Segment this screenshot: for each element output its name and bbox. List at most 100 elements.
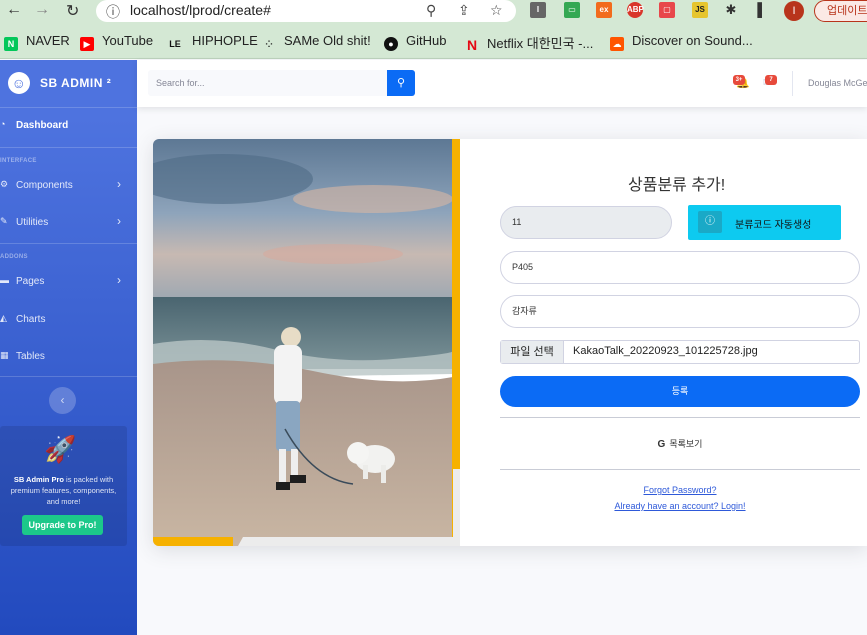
bookmark-label: Discover on Sound...	[632, 33, 753, 48]
bookmark-label: HIPHOPLE	[192, 33, 258, 48]
sidebar-item-label: Dashboard	[16, 120, 69, 131]
bookmark-github[interactable]: ● GitHub	[384, 33, 446, 51]
folder-icon: ▬	[0, 275, 9, 285]
file-input[interactable]: 파일 선택 KakaoTalk_20220923_101225728.jpg	[500, 340, 860, 364]
bookmark-label: GitHub	[406, 33, 447, 48]
adblock-icon[interactable]: ABP	[627, 2, 644, 18]
sidebar-toggle-button[interactable]: ‹	[49, 387, 76, 414]
lprod-id-field[interactable]: P405	[500, 251, 860, 284]
share-icon[interactable]: ⇪	[458, 2, 470, 19]
bookmark-netflix[interactable]: N Netflix 대한민국 -...	[465, 33, 593, 52]
extension-icon[interactable]: ex	[596, 2, 612, 18]
messages-badge: 7	[765, 75, 777, 85]
extension-icon[interactable]: ▢	[659, 2, 675, 18]
create-card: 상품분류 추가! 11 ⓘ 분류코드 자동생성 P405 감자류 파일 선택 K…	[153, 139, 867, 546]
address-bar[interactable]: ⓘ localhost/lprod/create# ⚲ ⇪ ☆	[96, 0, 516, 22]
bookmark-label: SAMe Old shit!	[284, 33, 371, 48]
reload-icon[interactable]: ↻	[66, 1, 79, 21]
bookmark-naver[interactable]: N NAVER	[4, 33, 70, 51]
sidebar-divider	[0, 376, 137, 377]
form-divider	[500, 469, 860, 470]
sidebar-item-label: Tables	[16, 351, 45, 362]
sidebar-item-label: Utilities	[16, 217, 49, 228]
cog-icon: ⚙	[0, 179, 9, 189]
wrench-icon: ✎	[0, 216, 8, 226]
forgot-password-link[interactable]: Forgot Password?	[500, 485, 860, 495]
topbar-divider	[792, 71, 793, 96]
beach-photo	[153, 139, 460, 546]
chevron-right-icon: ›	[117, 177, 121, 191]
upgrade-button[interactable]: Upgrade to Pro!	[22, 515, 103, 535]
netflix-icon: N	[466, 37, 478, 53]
bookmarks-bar: N NAVER ▶ YouTube LE HIPHOPLE ⁘ SAMe Old shi…	[0, 25, 867, 59]
info-circle-icon: ⓘ	[698, 211, 722, 233]
profile-avatar[interactable]: I	[784, 1, 804, 21]
form-title: 상품분류 추가!	[628, 177, 726, 194]
promo-title: SB Admin Pro	[13, 475, 64, 484]
sidebar-heading: ADDONS	[0, 254, 28, 260]
chevron-left-icon: ‹	[60, 393, 65, 407]
search-button[interactable]: ⚲	[387, 70, 415, 96]
bookmark-star-icon[interactable]: ☆	[490, 2, 503, 19]
bookmark-soundcloud[interactable]: ☁ Discover on Sound...	[610, 33, 753, 51]
chart-area-icon: ◭	[0, 313, 7, 323]
sidebar-item-tables[interactable]: ▦ Tables	[0, 347, 137, 369]
hiphople-icon: LE	[169, 39, 181, 49]
forward-icon[interactable]: →	[34, 1, 50, 19]
browser-toolbar: ← → ↻ ⓘ localhost/lprod/create# ⚲ ⇪ ☆ I …	[0, 0, 867, 25]
chevron-right-icon: ›	[117, 214, 121, 228]
sidebar-divider	[0, 243, 137, 244]
bookmark-same[interactable]: ⁘ SAMe Old shit!	[262, 33, 371, 51]
search-icon: ⚲	[396, 77, 406, 89]
sidepanel-icon[interactable]: ▌	[754, 2, 770, 18]
promo-text: SB Admin Pro is packed with premium feat…	[6, 474, 121, 507]
generate-code-button[interactable]: ⓘ 분류코드 자동생성	[688, 205, 841, 240]
back-icon[interactable]: ←	[6, 1, 22, 19]
puzzle-icon[interactable]: ✱	[723, 2, 739, 18]
sidebar-divider	[0, 147, 137, 148]
youtube-icon: ▶	[80, 37, 94, 51]
alerts-badge: 3+	[733, 75, 745, 85]
sidebar-divider	[0, 107, 137, 108]
topbar: Search for... ⚲ 🔔 3+ ✉ 7 Douglas McGee	[137, 60, 867, 107]
list-link[interactable]: G 목록보기	[500, 437, 860, 450]
extension-icon[interactable]: ▭	[564, 2, 580, 18]
url-text: localhost/lprod/create#	[130, 2, 271, 18]
sidebar-item-pages[interactable]: ▬ Pages ›	[0, 272, 137, 294]
chevron-right-icon: ›	[117, 273, 121, 287]
sidebar-item-dashboard[interactable]: ◔ Dashboard	[0, 116, 137, 138]
search-input[interactable]: Search for...	[148, 70, 387, 96]
table-icon: ▦	[0, 350, 9, 360]
brand-text: SB ADMIN ²	[40, 76, 112, 90]
sidebar-item-label: Components	[16, 180, 73, 191]
bookmark-youtube[interactable]: ▶ YouTube	[80, 33, 153, 51]
zoom-icon[interactable]: ⚲	[426, 2, 436, 19]
js-extension-icon[interactable]: JS	[692, 2, 708, 18]
sidebar-heading: INTERFACE	[0, 158, 37, 164]
bookmark-hiphople[interactable]: LE HIPHOPLE	[166, 33, 258, 51]
generate-code-label: 분류코드 자동생성	[735, 220, 812, 231]
sidebar-item-charts[interactable]: ◭ Charts	[0, 310, 137, 332]
update-button[interactable]: 업데이트	[814, 0, 867, 22]
tachometer-icon: ◔	[0, 119, 6, 129]
soundcloud-icon: ☁	[610, 37, 624, 51]
lprod-code-field[interactable]: 11	[500, 206, 672, 239]
info-icon[interactable]: ⓘ	[106, 2, 120, 22]
submit-button[interactable]: 등록	[500, 376, 860, 407]
bookmark-label: YouTube	[102, 33, 154, 48]
file-select-button[interactable]: 파일 선택	[501, 341, 564, 363]
lprod-name-field[interactable]: 감자류	[500, 295, 860, 328]
google-icon: G	[657, 439, 666, 450]
file-name: KakaoTalk_20220923_101225728.jpg	[573, 345, 758, 357]
login-link[interactable]: Already have an account? Login!	[500, 501, 860, 511]
laugh-wink-icon: ☺	[8, 72, 30, 94]
rocket-icon: 🚀	[44, 434, 77, 464]
sidebar-item-utilities[interactable]: ✎ Utilities ›	[0, 213, 137, 235]
sidebar-item-label: Pages	[16, 276, 45, 287]
bookmark-label: NAVER	[26, 33, 70, 48]
sidebar-item-components[interactable]: ⚙ Components ›	[0, 176, 137, 198]
form-divider	[500, 417, 860, 418]
sidebar: ☺ SB ADMIN ² ◔ Dashboard INTERFACE ⚙ Com…	[0, 60, 137, 635]
user-name[interactable]: Douglas McGee	[808, 78, 867, 88]
extension-icon[interactable]: I	[530, 2, 546, 18]
